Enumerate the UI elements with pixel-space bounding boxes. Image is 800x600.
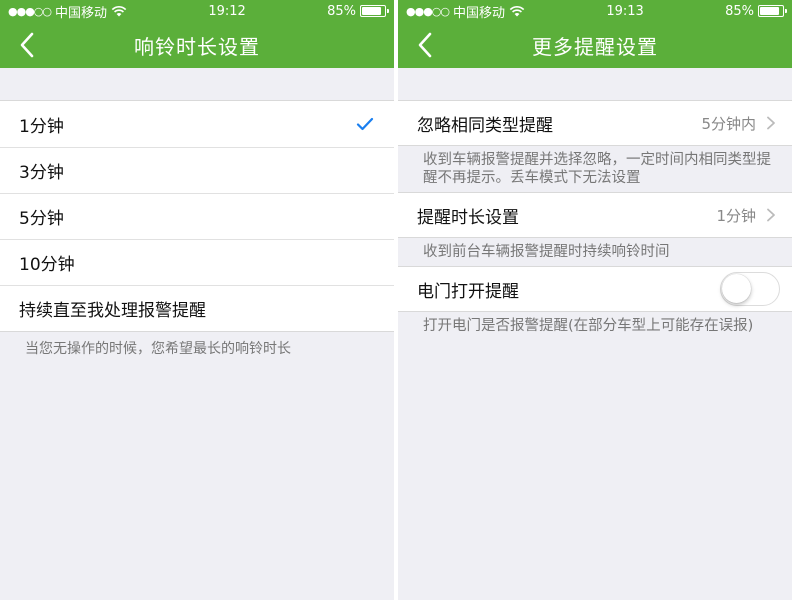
- wifi-icon: [509, 6, 525, 17]
- door-open-reminder-label: 电门打开提醒: [417, 281, 519, 302]
- reminder-duration-desc: 收到前台车辆报警提醒时持续响铃时间: [423, 244, 670, 260]
- reminder-duration-value: 1分钟: [716, 206, 756, 225]
- ignore-same-type-label: 忽略相同类型提醒: [417, 115, 553, 136]
- nav-bar: 响铃时长设置: [0, 22, 394, 68]
- status-bar: ●●●○○ 中国移动 19:13 85%: [398, 0, 792, 22]
- wifi-icon: [111, 6, 127, 17]
- duration-footnote: 当您无操作的时候，您希望最长的响铃时长: [25, 341, 291, 357]
- option-label: 5分钟: [19, 208, 64, 229]
- door-open-reminder-toggle[interactable]: [720, 272, 780, 306]
- nav-bar: 更多提醒设置: [398, 22, 792, 68]
- option-label: 3分钟: [19, 162, 64, 183]
- carrier-label: 中国移动: [55, 5, 108, 21]
- reminder-duration-row[interactable]: 提醒时长设置 1分钟: [398, 192, 792, 238]
- battery-percent: 85%: [327, 3, 356, 19]
- option-5-minutes[interactable]: 5分钟: [0, 193, 394, 239]
- reminder-duration-label: 提醒时长设置: [417, 207, 519, 228]
- option-until-handled[interactable]: 持续直至我处理报警提醒: [0, 285, 394, 331]
- carrier-label: 中国移动: [453, 5, 506, 21]
- chevron-right-icon: [767, 116, 775, 130]
- chevron-left-icon: [418, 32, 432, 58]
- option-1-minute[interactable]: 1分钟: [0, 101, 394, 147]
- clock: 19:13: [606, 3, 644, 19]
- signal-indicator: ●●●○○: [8, 4, 52, 18]
- page-title: 更多提醒设置: [532, 34, 658, 59]
- option-label: 10分钟: [19, 254, 75, 275]
- option-10-minutes[interactable]: 10分钟: [0, 239, 394, 285]
- battery-percent: 85%: [725, 3, 754, 19]
- option-label: 持续直至我处理报警提醒: [19, 300, 206, 321]
- status-bar: ●●●○○ 中国移动 19:12 85%: [0, 0, 394, 22]
- ring-duration-screen: ●●●○○ 中国移动 19:12 85% 响铃时长设置 1分钟 3分钟 5分钟 …: [0, 0, 394, 600]
- back-button[interactable]: [410, 30, 440, 60]
- signal-indicator: ●●●○○: [406, 4, 450, 18]
- page-title: 响铃时长设置: [134, 34, 260, 59]
- battery-icon: [757, 5, 787, 17]
- option-3-minutes[interactable]: 3分钟: [0, 147, 394, 193]
- back-button[interactable]: [12, 30, 42, 60]
- chevron-right-icon: [767, 208, 775, 222]
- ignore-same-type-value: 5分钟内: [701, 114, 756, 133]
- chevron-left-icon: [20, 32, 34, 58]
- checkmark-icon: [356, 117, 374, 131]
- toggle-knob: [722, 274, 751, 303]
- door-open-reminder-row: 电门打开提醒: [398, 266, 792, 312]
- battery-icon: [359, 5, 389, 17]
- clock: 19:12: [208, 3, 246, 19]
- option-label: 1分钟: [19, 116, 64, 137]
- more-reminder-settings-screen: ●●●○○ 中国移动 19:13 85% 更多提醒设置 忽略相同类型提醒 5分钟…: [398, 0, 792, 600]
- door-open-reminder-desc: 打开电门是否报警提醒(在部分车型上可能存在误报): [423, 318, 754, 334]
- ignore-same-type-desc: 收到车辆报警提醒并选择忽略，一定时间内相同类型提醒不再提示。丢车模式下无法设置: [423, 152, 771, 186]
- duration-options-list: 1分钟 3分钟 5分钟 10分钟 持续直至我处理报警提醒: [0, 100, 394, 332]
- ignore-same-type-row[interactable]: 忽略相同类型提醒 5分钟内: [398, 100, 792, 146]
